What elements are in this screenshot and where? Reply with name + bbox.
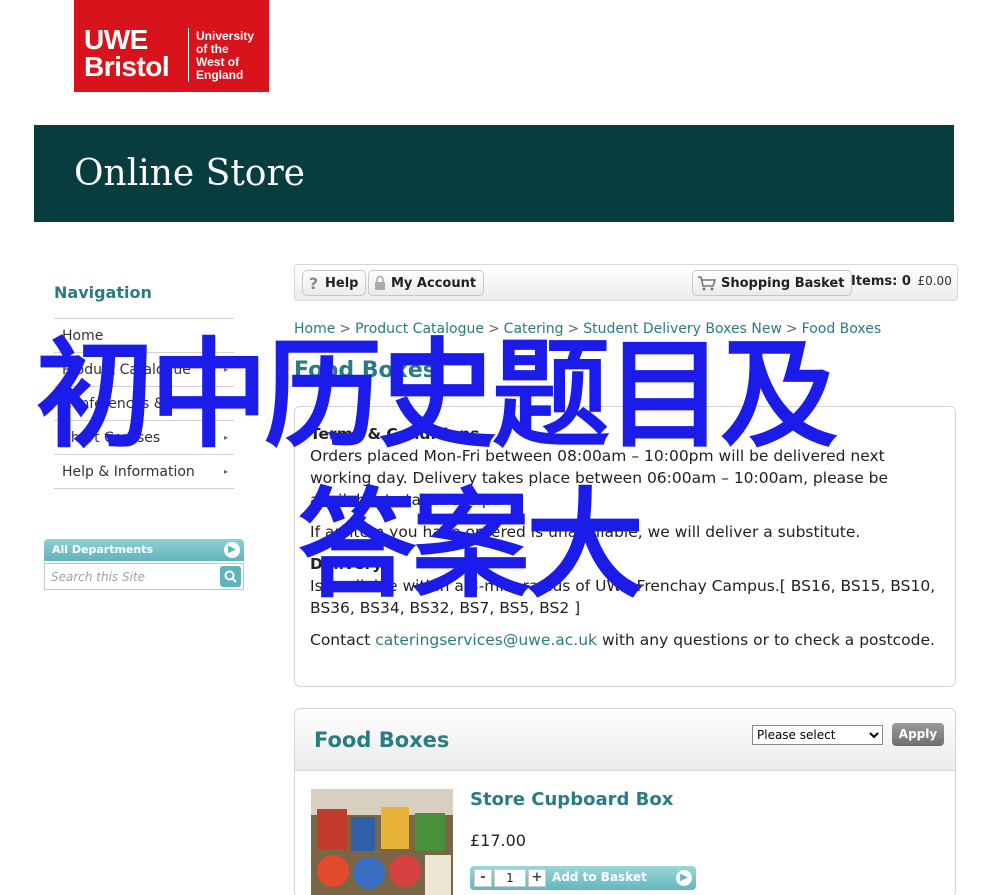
logo-divider (188, 28, 189, 82)
logo-wordmark: UWE Bristol (84, 24, 170, 82)
product-name[interactable]: Store Cupboard Box (470, 789, 673, 810)
logo-subtitle: University of the West of England (196, 29, 255, 82)
product-listing: Food Boxes Please select Apply Store Cup… (294, 708, 956, 895)
breadcrumb-food-boxes[interactable]: Food Boxes (802, 321, 882, 337)
cart-icon (697, 275, 717, 291)
help-icon: ? (307, 275, 321, 291)
sidebar-nav: Home Product Catalogue ▸ Conferences & E… (54, 318, 234, 489)
basket-summary: Items: 0 £0.00 (851, 274, 952, 289)
breadcrumb-product-catalogue[interactable]: Product Catalogue (355, 321, 484, 337)
quantity-increase-button[interactable]: + (528, 869, 546, 887)
breadcrumb-home[interactable]: Home (294, 321, 335, 337)
sidebar-item-product-catalogue[interactable]: Product Catalogue ▸ (54, 353, 234, 387)
my-account-button[interactable]: My Account (368, 270, 485, 296)
uwe-logo[interactable]: UWE Bristol University of the West of En… (74, 0, 269, 92)
contact-email-link[interactable]: cateringservices@uwe.ac.uk (375, 631, 597, 649)
search-box (44, 563, 244, 590)
quantity-input[interactable]: 1 (494, 869, 526, 887)
terms-substitute: If an item you have ordered is unavailab… (310, 523, 861, 541)
banner-title: Online Store (74, 153, 305, 194)
delivery-heading: Delivery (310, 555, 383, 573)
shopping-basket-button[interactable]: Shopping Basket (692, 270, 853, 296)
arrow-right-icon: ▶ (224, 542, 240, 558)
nav-heading: Navigation (54, 283, 152, 302)
sidebar-item-home[interactable]: Home (54, 319, 234, 353)
apply-button[interactable]: Apply (892, 723, 944, 746)
chevron-right-icon: ▸ (223, 399, 228, 408)
chevron-right-icon: ▸ (223, 433, 228, 442)
help-button[interactable]: ? Help (302, 270, 367, 296)
breadcrumb-student-delivery[interactable]: Student Delivery Boxes New (583, 321, 782, 337)
listing-title: Food Boxes (314, 728, 450, 752)
svg-text:?: ? (309, 275, 318, 291)
store-toolbar: ? Help My Account Shopping Basket Items:… (294, 264, 958, 301)
contact-text: Contact cateringservices@uwe.ac.uk with … (310, 631, 935, 649)
breadcrumb-catering[interactable]: Catering (504, 321, 564, 337)
arrow-right-icon: ▶ (676, 870, 692, 886)
delivery-text: Is available within a 3-mile radius of U… (310, 577, 936, 617)
quantity-decrease-button[interactable]: - (474, 869, 492, 887)
breadcrumb: Home > Product Catalogue > Catering > Student … (294, 321, 882, 337)
sidebar-item-short-courses[interactable]: Short Courses ▸ (54, 421, 234, 455)
store-banner: Online Store (34, 125, 954, 222)
chevron-right-icon: ▸ (223, 365, 228, 374)
department-selector[interactable]: All Departments ▶ (44, 539, 244, 561)
search-input[interactable] (45, 564, 221, 589)
product-price: £17.00 (470, 831, 526, 850)
lock-icon (373, 275, 387, 291)
search-button[interactable] (220, 566, 241, 587)
product-image[interactable] (311, 789, 453, 895)
sidebar-item-conferences[interactable]: Conferences & Events ▸ (54, 387, 234, 421)
listing-header: Food Boxes Please select Apply (295, 709, 955, 771)
sort-select[interactable]: Please select (752, 725, 883, 745)
page-title: Food Boxes (294, 358, 436, 383)
terms-heading: Terms & Conditions (310, 425, 480, 443)
terms-orders: Orders placed Mon-Fri between 08:00am – … (310, 447, 889, 509)
add-to-basket-control: - 1 + Add to Basket ▶ (470, 866, 696, 890)
add-to-basket-button[interactable]: Add to Basket (552, 870, 647, 884)
search-icon (224, 570, 237, 583)
terms-panel: Terms & Conditions Orders placed Mon-Fri… (294, 406, 956, 687)
chevron-right-icon: ▸ (223, 467, 228, 476)
sidebar-item-help[interactable]: Help & Information ▸ (54, 455, 234, 489)
